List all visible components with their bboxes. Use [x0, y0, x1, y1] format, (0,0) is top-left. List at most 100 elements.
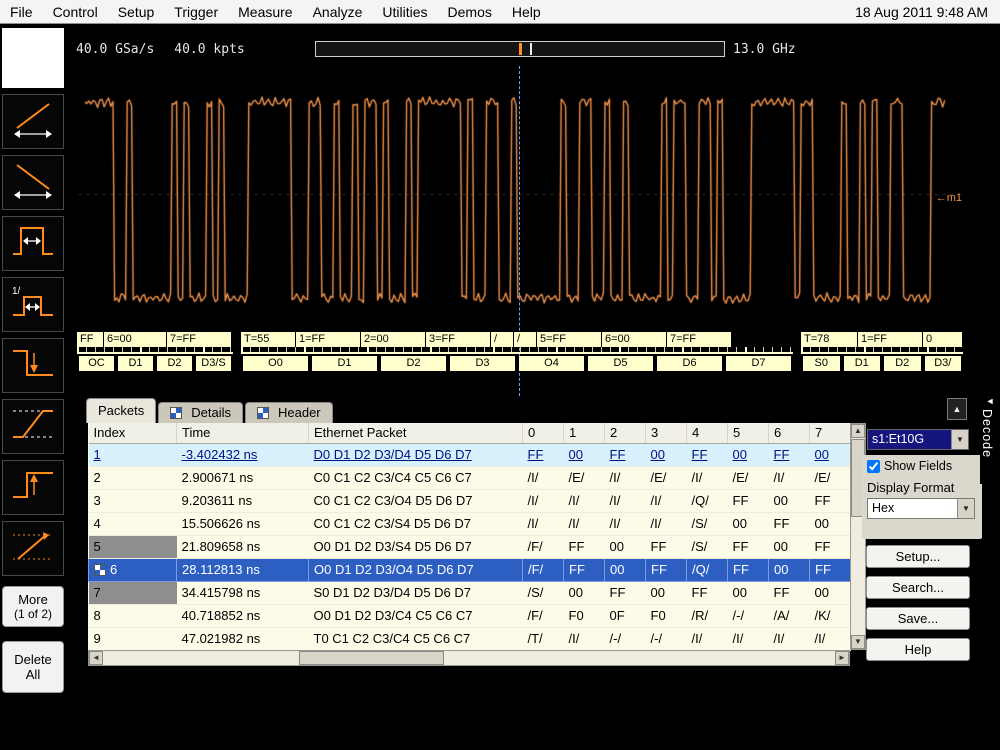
bus-value: 3=FF: [426, 332, 490, 347]
scroll-to-top-button[interactable]: ▲: [947, 398, 967, 420]
packet-row-9[interactable]: 947.021982 nsT0 C1 C2 C3/C4 C5 C6 C7/T//…: [89, 627, 851, 650]
bus-segment-2: T=551=FF2=003=FF//5=FF6=007=FFO0D1D2D3O4…: [241, 332, 793, 371]
decode-side-tab[interactable]: ◄ Decode: [980, 396, 1000, 484]
cell-byte: /I/: [769, 466, 810, 489]
packet-row-6[interactable]: 628.112813 nsO0 D1 D2 D3/O4 D5 D6 D7/F/F…: [89, 558, 851, 581]
bus-labels-row: OCD1D2D3/S: [77, 356, 233, 371]
cell-byte: /E/: [728, 466, 769, 489]
packet-row-5[interactable]: 521.809658 nsO0 D1 D2 D3/S4 D5 D6 D7/F/F…: [89, 535, 851, 558]
menu-item-file[interactable]: File: [0, 1, 43, 23]
decode-source-value: s1:Et10G: [868, 430, 951, 449]
cell-byte: /I/: [523, 512, 564, 535]
tab-label: Packets: [98, 403, 144, 418]
decode-source-select[interactable]: s1:Et10G ▼: [867, 429, 969, 450]
packet-row-1[interactable]: 1-3.402432 nsD0 D1 D2 D3/D4 D5 D6 D7FF00…: [89, 443, 851, 466]
cell-byte: FF: [646, 535, 687, 558]
timebase-position-track[interactable]: [315, 41, 725, 57]
bus-label: D2: [884, 356, 921, 371]
cell-byte: /I/: [605, 512, 646, 535]
help-button[interactable]: Help: [866, 638, 970, 661]
timebase-window-marker[interactable]: [530, 43, 532, 55]
menu-item-control[interactable]: Control: [43, 1, 108, 23]
tab-header[interactable]: Header: [245, 402, 333, 423]
column-header: 6: [769, 423, 810, 443]
bus-value: 2=00: [361, 332, 425, 347]
cell-byte: 00: [605, 558, 646, 581]
pulse-width-button[interactable]: [2, 216, 64, 271]
delta-time-rising-button[interactable]: [2, 94, 64, 149]
panel-tabs: Packets DetailsHeader: [86, 398, 333, 423]
search-button[interactable]: Search...: [866, 576, 970, 599]
pulse-width-icon: [10, 221, 56, 266]
delete-all-button[interactable]: Delete All: [2, 641, 64, 693]
cell-packet: C0 C1 C2 C3/O4 D5 D6 D7: [309, 489, 523, 512]
bus-label: D3/S: [196, 356, 231, 371]
cell-byte: /S/: [687, 535, 728, 558]
menu-item-measure[interactable]: Measure: [228, 1, 302, 23]
cell-byte: FF: [728, 535, 769, 558]
chevron-down-icon[interactable]: ▼: [951, 430, 968, 449]
delta-time-falling-icon: [10, 160, 56, 205]
delete-all-label-1: Delete: [3, 652, 63, 667]
horizontal-scroll-thumb[interactable]: [299, 651, 444, 665]
cell-byte: 00: [810, 581, 851, 604]
packet-row-8[interactable]: 840.718852 nsO0 D1 D2 D3/C4 C5 C6 C7/F/F…: [89, 604, 851, 627]
bus-value: 5=FF: [537, 332, 601, 347]
horizontal-scrollbar[interactable]: ◄ ►: [88, 650, 850, 666]
delta-time-falling-button[interactable]: [2, 155, 64, 210]
column-header: Index: [89, 423, 177, 443]
period-button[interactable]: 1/: [2, 277, 64, 332]
timebase-position-marker[interactable]: [519, 43, 522, 55]
scroll-right-icon[interactable]: ►: [835, 651, 849, 665]
waveform-display: ←m1 FF6=007=FFOCD1D2D3/ST=551=FF2=003=FF…: [75, 64, 965, 398]
scroll-down-icon[interactable]: ▼: [851, 635, 865, 649]
rise-time-button[interactable]: [2, 399, 64, 454]
setup-button[interactable]: Setup...: [866, 545, 970, 568]
column-header: Time: [177, 423, 309, 443]
scroll-left-icon[interactable]: ◄: [89, 651, 103, 665]
menu-item-analyze[interactable]: Analyze: [303, 1, 373, 23]
cell-packet: S0 D1 D2 D3/D4 D5 D6 D7: [309, 581, 523, 604]
menu-item-help[interactable]: Help: [502, 1, 551, 23]
packet-row-4[interactable]: 415.506626 nsC0 C1 C2 C3/S4 D5 D6 D7/I//…: [89, 512, 851, 535]
packet-row-3[interactable]: 39.203611 nsC0 C1 C2 C3/O4 D5 D6 D7/I//I…: [89, 489, 851, 512]
fall-edge-button[interactable]: [2, 338, 64, 393]
tab-packets[interactable]: Packets: [86, 398, 156, 423]
cell-byte: /E/: [810, 466, 851, 489]
display-format-select[interactable]: Hex ▼: [867, 498, 975, 519]
bus-label: D2: [381, 356, 446, 371]
tab-details[interactable]: Details: [158, 402, 243, 423]
show-fields-row[interactable]: Show Fields: [867, 459, 977, 473]
slope-levels-icon: [10, 526, 56, 571]
bus-label: S0: [803, 356, 840, 371]
menu-item-setup[interactable]: Setup: [108, 1, 165, 23]
save-button[interactable]: Save...: [866, 607, 970, 630]
decode-tab-label: Decode: [980, 409, 994, 458]
menu-item-trigger[interactable]: Trigger: [164, 1, 228, 23]
cell-packet: D0 D1 D2 D3/D4 D5 D6 D7: [309, 443, 523, 466]
cell-byte: FF: [769, 443, 810, 466]
bus-value: 6=00: [602, 332, 666, 347]
slope-levels-button[interactable]: [2, 521, 64, 576]
marker-m1[interactable]: ←m1: [936, 192, 962, 204]
packet-row-7[interactable]: 734.415798 nsS0 D1 D2 D3/D4 D5 D6 D7/S/0…: [89, 581, 851, 604]
cell-byte: 00: [728, 512, 769, 535]
packet-row-2[interactable]: 22.900671 nsC0 C1 C2 C3/C4 C5 C6 C7/I//E…: [89, 466, 851, 489]
chevron-down-icon[interactable]: ▼: [957, 499, 974, 518]
bus-value: 6=00: [104, 332, 166, 347]
cell-index: 5: [89, 535, 177, 558]
cell-byte: /E/: [564, 466, 605, 489]
scroll-up-icon[interactable]: ▲: [851, 424, 865, 438]
cell-byte: /-/: [605, 627, 646, 650]
bus-labels-row: S0D1D2D3/: [801, 356, 963, 371]
bus-label: D6: [657, 356, 722, 371]
side-buttons: Setup... Search... Save... Help: [866, 545, 970, 669]
menu-item-utilities[interactable]: Utilities: [372, 1, 437, 23]
rise-edge-button[interactable]: [2, 460, 64, 515]
menu-item-demos[interactable]: Demos: [438, 1, 502, 23]
column-header: 4: [687, 423, 728, 443]
show-fields-checkbox[interactable]: [867, 460, 880, 473]
bus-label: D2: [157, 356, 192, 371]
more-button[interactable]: More (1 of 2): [2, 586, 64, 627]
bus-segment-3: T=781=FF0S0D1D2D3/: [801, 332, 963, 371]
